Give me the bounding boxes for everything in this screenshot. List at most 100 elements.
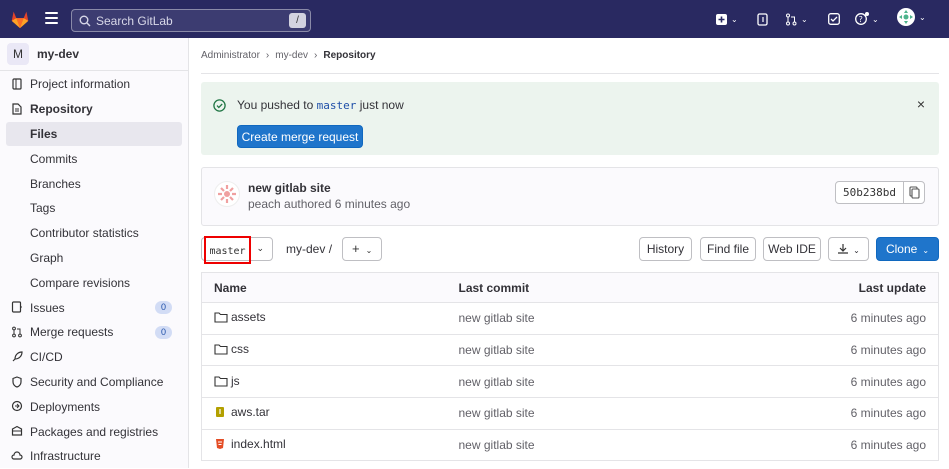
- history-button[interactable]: History: [639, 237, 692, 261]
- last-commit-link[interactable]: new gitlab site: [446, 397, 677, 430]
- sidebar-item-repository[interactable]: Repository: [0, 97, 188, 122]
- plus-icon: +: [352, 241, 360, 256]
- archive-icon: [216, 407, 224, 418]
- branch-name: master: [209, 246, 246, 257]
- last-commit-link[interactable]: new gitlab site: [446, 334, 677, 367]
- menu-icon[interactable]: [45, 12, 58, 24]
- chevron-down-icon: ⌄: [256, 243, 264, 253]
- file-link[interactable]: aws.tar: [214, 405, 270, 419]
- breadcrumb-repository[interactable]: Repository: [323, 50, 375, 61]
- close-icon[interactable]: ×: [917, 96, 925, 112]
- commit-meta: peach authored 6 minutes ago: [248, 197, 411, 211]
- sidebar-item-label: Issues: [30, 300, 65, 315]
- rocket-icon: [12, 351, 23, 362]
- repo-path: my-dev /: [286, 242, 332, 256]
- alert-branch: master: [316, 99, 357, 112]
- table-row[interactable]: index.html new gitlab site 6 minutes ago: [201, 429, 939, 462]
- commit-sha[interactable]: 50b238bd: [835, 181, 904, 204]
- todo-icon[interactable]: [828, 11, 840, 27]
- sidebar-item-compare-revisions[interactable]: Compare revisions: [0, 270, 188, 295]
- branch-selector[interactable]: master ⌄: [201, 236, 273, 264]
- alert-prefix: You pushed to: [237, 98, 314, 112]
- clone-button[interactable]: Clone ⌄: [876, 237, 939, 261]
- issues-icon[interactable]: [757, 11, 769, 27]
- folder-icon: [214, 376, 228, 387]
- avatar[interactable]: [214, 181, 240, 207]
- download-button[interactable]: ⌄: [828, 237, 869, 261]
- create-merge-request-button[interactable]: Create merge request: [237, 125, 363, 148]
- chevron-down-icon: ⌄: [853, 246, 860, 255]
- sidebar-item-project-information[interactable]: Project information: [0, 72, 188, 97]
- table-row[interactable]: js new gitlab site 6 minutes ago: [201, 365, 939, 399]
- sidebar-item-merge-requests[interactable]: Merge requests 0: [0, 320, 188, 345]
- folder-icon: [214, 312, 228, 323]
- breadcrumb-separator: ›: [265, 50, 270, 61]
- sidebar-item-branches[interactable]: Branches: [0, 171, 188, 196]
- alert-message: You pushed to master just now: [237, 98, 404, 112]
- breadcrumb-project[interactable]: my-dev: [275, 50, 308, 61]
- html5-icon: [216, 439, 224, 450]
- table-row[interactable]: aws.tar new gitlab site 6 minutes ago: [201, 397, 939, 430]
- help-icon[interactable]: ? ⌄: [855, 11, 879, 27]
- file-link[interactable]: assets: [214, 310, 266, 324]
- web-ide-button[interactable]: Web IDE: [763, 237, 821, 261]
- info-icon: [12, 78, 22, 90]
- path-project[interactable]: my-dev: [286, 242, 325, 256]
- add-to-tree-button[interactable]: + ⌄: [342, 237, 382, 261]
- breadcrumb: Administrator › my-dev › Repository: [201, 38, 939, 74]
- sidebar-item-label: CI/CD: [30, 350, 63, 365]
- last-commit-panel: new gitlab site peach authored 6 minutes…: [201, 167, 939, 226]
- sidebar-item-label: Tags: [30, 201, 56, 216]
- last-update: 6 minutes ago: [676, 365, 939, 399]
- gitlab-logo-icon[interactable]: [9, 8, 31, 30]
- last-update: 6 minutes ago: [676, 429, 939, 462]
- sidebar-item-label: Graph: [30, 250, 64, 265]
- copy-sha-button[interactable]: [903, 181, 925, 204]
- last-update: 6 minutes ago: [676, 302, 939, 335]
- sidebar-item-infrastructure[interactable]: Infrastructure: [0, 444, 188, 469]
- sidebar-item-label: Compare revisions: [30, 275, 131, 290]
- table-row[interactable]: css new gitlab site 6 minutes ago: [201, 334, 939, 367]
- user-avatar-icon[interactable]: ⌄: [897, 8, 926, 26]
- merge-request-icon: [12, 326, 22, 338]
- shield-icon: [12, 375, 22, 388]
- cloud-icon: [11, 451, 23, 460]
- last-commit-link[interactable]: new gitlab site: [446, 365, 677, 399]
- sidebar-item-contributor-statistics[interactable]: Contributor statistics: [0, 221, 188, 246]
- breadcrumb-administrator[interactable]: Administrator: [201, 50, 260, 61]
- sidebar-item-issues[interactable]: Issues 0: [0, 295, 188, 320]
- file-link[interactable]: index.html: [214, 437, 286, 451]
- merge-request-icon[interactable]: ⌄: [785, 11, 808, 27]
- sidebar-item-label: Security and Compliance: [30, 374, 164, 389]
- sidebar-item-files[interactable]: Files: [6, 121, 182, 147]
- sidebar-item-security[interactable]: Security and Compliance: [0, 370, 188, 395]
- last-update: 6 minutes ago: [676, 334, 939, 367]
- project-header[interactable]: M my-dev: [0, 38, 188, 71]
- find-file-button[interactable]: Find file: [700, 237, 756, 261]
- push-alert: You pushed to master just now × Create m…: [201, 82, 939, 155]
- sidebar-item-deployments[interactable]: Deployments: [0, 394, 188, 419]
- search-input[interactable]: Search GitLab /: [71, 9, 311, 32]
- commit-title[interactable]: new gitlab site: [248, 181, 331, 195]
- sidebar-item-tags[interactable]: Tags: [0, 196, 188, 221]
- top-bar: Search GitLab / ⌄ ⌄ ? ⌄ ⌄: [0, 0, 949, 38]
- chevron-down-icon: ⌄: [365, 246, 373, 255]
- file-name: js: [231, 373, 240, 388]
- last-commit-link[interactable]: new gitlab site: [446, 429, 677, 462]
- sidebar-item-packages[interactable]: Packages and registries: [0, 419, 188, 444]
- download-icon: [838, 244, 849, 254]
- sidebar-item-label: Packages and registries: [30, 424, 159, 439]
- file-link[interactable]: js: [214, 374, 240, 388]
- issues-icon: [11, 301, 22, 313]
- file-link[interactable]: css: [214, 342, 249, 356]
- sidebar-item-graph[interactable]: Graph: [0, 246, 188, 271]
- create-new-button[interactable]: ⌄: [716, 11, 738, 27]
- sidebar-item-label: Repository: [30, 102, 93, 117]
- sidebar-item-cicd[interactable]: CI/CD: [0, 345, 188, 370]
- check-circle-icon: [213, 99, 226, 112]
- last-update: 6 minutes ago: [676, 397, 939, 430]
- sidebar-item-commits[interactable]: Commits: [0, 146, 188, 171]
- last-commit-link[interactable]: new gitlab site: [446, 302, 677, 335]
- file-name: css: [231, 342, 249, 357]
- table-row[interactable]: assets new gitlab site 6 minutes ago: [201, 302, 939, 335]
